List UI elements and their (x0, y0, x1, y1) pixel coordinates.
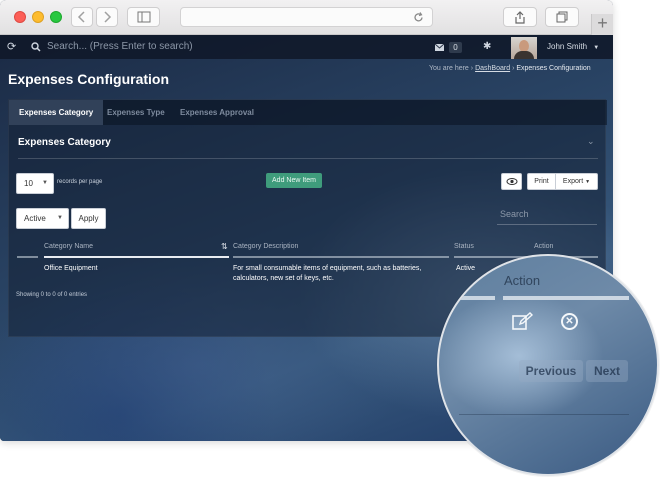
caret-down-icon: ▼ (585, 179, 591, 185)
zoom-magnifier: Action ✕ Previous Next (437, 254, 659, 476)
forward-button[interactable] (96, 7, 118, 27)
page-length-select[interactable]: 10 ▼ (16, 173, 54, 194)
page-title: Expenses Configuration (8, 71, 170, 87)
mail-count-badge: 0 (449, 42, 462, 53)
next-page-button[interactable]: Next (586, 360, 628, 382)
sidebar-toggle-button[interactable] (127, 7, 160, 27)
sort-icon[interactable]: ⇅ (221, 242, 228, 251)
header-status[interactable]: Status (454, 243, 474, 250)
header-action: Action (534, 243, 554, 250)
description-line: calculators, new set of keys, etc. (233, 275, 334, 282)
global-search-input[interactable]: Search... (Press Enter to search) (47, 41, 193, 52)
divider (459, 414, 629, 415)
caret-down-icon: ▼ (593, 45, 600, 51)
new-tab-button[interactable]: + (591, 14, 613, 35)
user-menu[interactable]: John Smith ▼ (547, 42, 599, 51)
share-icon (515, 11, 525, 24)
chevron-down-icon[interactable]: ⌄ (587, 136, 595, 147)
cell-category-description: For small consumable items of equipment,… (233, 264, 421, 284)
header-category-description[interactable]: Category Description (233, 243, 298, 250)
section-title: Expenses Category (18, 137, 111, 148)
select-column-header[interactable] (17, 256, 38, 258)
browser-toolbar: + (0, 0, 613, 35)
export-button[interactable]: Export ▼ (555, 173, 598, 190)
status-filter-select[interactable]: Active ▼ (16, 208, 69, 229)
cell-category-name: Office Equipment (44, 265, 98, 272)
page-length-value: 10 (24, 179, 33, 188)
chevron-right-icon (104, 11, 112, 23)
eye-icon (506, 178, 518, 185)
records-per-page-label: records per page (57, 179, 103, 185)
status-filter-value: Active (24, 214, 46, 223)
breadcrumb-link-dashboard[interactable]: DashBoard (475, 65, 510, 72)
header-underline (233, 256, 449, 258)
edit-icon[interactable] (512, 312, 534, 334)
header-category-name[interactable]: Category Name (44, 243, 93, 250)
table-info: Showing 0 to 0 of 0 entries (16, 292, 88, 298)
description-line: For small consumable items of equipment,… (233, 265, 422, 272)
address-bar[interactable] (180, 7, 433, 27)
sidebar-icon (137, 11, 150, 23)
gear-icon[interactable]: ✱ (483, 35, 491, 59)
maximize-window-button[interactable] (50, 11, 62, 23)
search-icon (31, 35, 41, 62)
top-navigation-bar: ⟳ Search... (Press Enter to search) 0 ✱ … (0, 35, 613, 59)
zoom-header-underline (439, 296, 495, 300)
previous-page-button[interactable]: Previous (519, 360, 583, 382)
tab-expenses-approval[interactable]: Expenses Approval (170, 100, 264, 125)
delete-icon[interactable]: ✕ (561, 313, 578, 330)
avatar[interactable] (511, 37, 537, 59)
export-label: Export (562, 178, 584, 185)
breadcrumb-prefix: You are here (429, 65, 469, 72)
plus-icon: + (597, 13, 608, 33)
share-button[interactable] (503, 7, 537, 27)
apply-button[interactable]: Apply (71, 208, 106, 229)
breadcrumb-current: Expenses Configuration (516, 65, 591, 72)
table-search-input[interactable]: Search (497, 209, 597, 225)
mail-icon[interactable] (434, 35, 445, 61)
refresh-icon[interactable]: ⟳ (7, 35, 16, 59)
chevron-left-icon (77, 11, 85, 23)
zoom-header-underline (503, 296, 629, 300)
tab-expenses-category[interactable]: Expenses Category (9, 100, 104, 125)
caret-down-icon: ▼ (57, 215, 63, 221)
add-new-item-button[interactable]: Add New Item (266, 173, 322, 188)
caret-down-icon: ▼ (42, 180, 48, 186)
tabs-overview-button[interactable] (545, 7, 579, 27)
cell-status: Active (456, 265, 476, 272)
tabs-icon (556, 11, 568, 23)
reload-icon[interactable] (413, 12, 424, 23)
tab-expenses-type[interactable]: Expenses Type (97, 100, 175, 125)
print-button[interactable]: Print (527, 173, 556, 190)
zoom-action-header: Action (504, 273, 541, 288)
divider (18, 158, 598, 159)
breadcrumb: You are here › DashBoard › Expenses Conf… (429, 65, 591, 72)
tab-bar: Expenses Category Expenses Type Expenses… (9, 100, 607, 125)
header-underline (44, 256, 229, 258)
minimize-window-button[interactable] (32, 11, 44, 23)
close-window-button[interactable] (14, 11, 26, 23)
column-visibility-button[interactable] (501, 173, 522, 190)
back-button[interactable] (71, 7, 93, 27)
user-name: John Smith (547, 42, 588, 51)
